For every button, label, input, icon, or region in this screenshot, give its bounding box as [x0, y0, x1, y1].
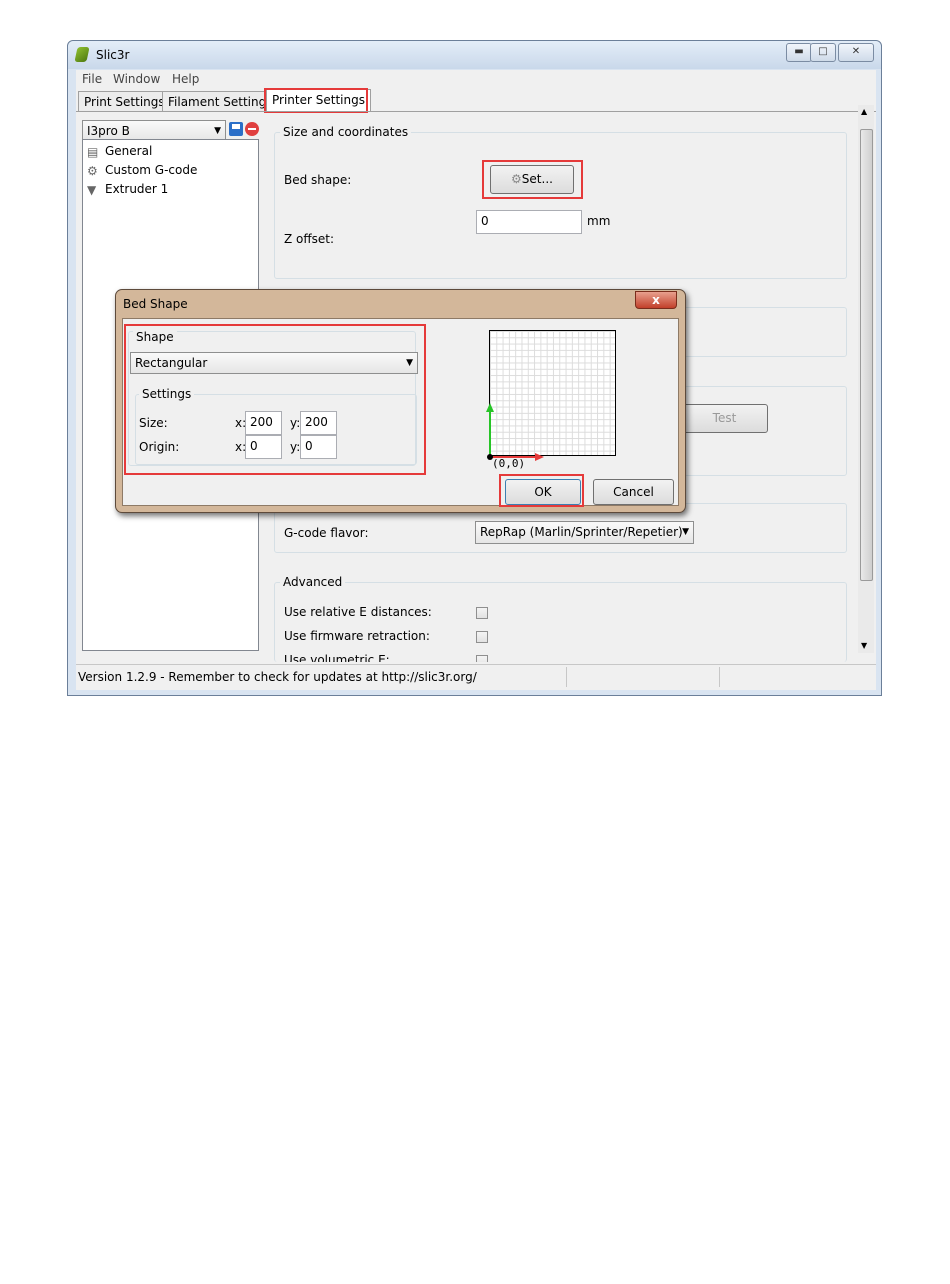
status-bar: Version 1.2.9 - Remember to check for up… [76, 664, 876, 690]
preset-select[interactable]: I3pro B ▼ [82, 120, 226, 141]
axis-arrows [486, 403, 544, 461]
menu-file[interactable]: File [82, 72, 102, 86]
relative-e-label: Use relative E distances: [284, 605, 432, 619]
tree-item-general[interactable]: ▤ General [87, 144, 152, 158]
cancel-button[interactable]: Cancel [593, 479, 674, 505]
minimize-icon[interactable]: ▬ [786, 43, 812, 62]
gear-icon: ⚙ [87, 164, 98, 178]
vertical-scrollbar[interactable]: ▲ ▼ [858, 105, 874, 653]
volumetric-e-label: Use volumetric E: [284, 653, 390, 662]
z-offset-unit: mm [587, 214, 611, 228]
group-title: Size and coordinates [280, 125, 412, 139]
status-text: Version 1.2.9 - Remember to check for up… [78, 670, 477, 684]
tab-divider [76, 111, 876, 112]
z-offset-input[interactable]: 0 [476, 210, 582, 234]
origin-coord-label: (0,0) [492, 457, 526, 470]
tab-print-settings[interactable]: Print Settings [78, 91, 171, 111]
status-divider [566, 667, 567, 687]
tree-item-label: General [105, 144, 153, 158]
chevron-down-icon: ▼ [682, 527, 689, 537]
printer-icon: ▤ [87, 145, 99, 159]
scroll-down-icon[interactable]: ▼ [861, 641, 867, 650]
x-axis-arrowhead [535, 453, 544, 461]
shape-highlight [124, 324, 426, 475]
firmware-retraction-checkbox[interactable] [476, 631, 488, 643]
tree-item-label: Extruder 1 [105, 182, 169, 196]
save-preset-icon[interactable] [229, 122, 243, 136]
close-icon[interactable]: ✕ [838, 43, 874, 62]
tree-item-extruder-1[interactable]: ▼ Extruder 1 [87, 182, 168, 196]
size-coordinates-group: Size and coordinates Bed shape: ⚙Set... … [274, 125, 847, 279]
funnel-icon: ▼ [87, 183, 97, 197]
firmware-retraction-label: Use firmware retraction: [284, 629, 430, 643]
maximize-icon[interactable]: □ [810, 43, 836, 62]
y-axis-arrowhead [486, 403, 494, 412]
slic3r-logo-icon [74, 47, 90, 62]
menu-help[interactable]: Help [172, 72, 199, 86]
preset-value: I3pro B [87, 124, 130, 138]
volumetric-e-checkbox[interactable] [476, 655, 488, 662]
bed-shape-dialog: Bed Shape x Shape Rectangular ▼ Settings… [115, 289, 686, 513]
dialog-body: Shape Rectangular ▼ Settings Size: x: 20… [122, 318, 679, 507]
window-title: Slic3r [96, 48, 130, 62]
tree-item-label: Custom G-code [105, 163, 198, 177]
bed-shape-label: Bed shape: [284, 173, 352, 187]
set-button-highlight [482, 160, 583, 199]
menu-bar: File Window Help [76, 70, 876, 89]
group-title: Advanced [280, 575, 346, 589]
title-bar[interactable]: Slic3r ▬ □ ✕ [68, 41, 881, 69]
gcode-flavor-select[interactable]: RepRap (Marlin/Sprinter/Repetier) ▼ [475, 521, 694, 544]
clip-area: Use volumetric E: [275, 649, 846, 662]
relative-e-checkbox[interactable] [476, 607, 488, 619]
test-button[interactable]: Test [681, 404, 768, 433]
tab-filament-settings[interactable]: Filament Settings [162, 91, 279, 111]
chevron-down-icon: ▼ [214, 126, 221, 136]
printer-settings-highlight [264, 88, 368, 113]
scroll-thumb[interactable] [860, 129, 873, 581]
menu-window[interactable]: Window [113, 72, 160, 86]
delete-preset-icon[interactable] [245, 122, 259, 136]
ok-highlight [499, 474, 584, 507]
tree-item-custom-gcode[interactable]: ⚙ Custom G-code [87, 163, 197, 177]
status-divider [719, 667, 720, 687]
scroll-up-icon[interactable]: ▲ [861, 107, 867, 116]
gcode-flavor-value: RepRap (Marlin/Sprinter/Repetier) [480, 525, 683, 539]
advanced-group: Advanced Use relative E distances: Use f… [274, 575, 847, 662]
dialog-title: Bed Shape [123, 297, 188, 311]
gcode-flavor-label: G-code flavor: [284, 526, 369, 540]
dialog-close-icon[interactable]: x [635, 291, 677, 309]
z-offset-label: Z offset: [284, 232, 335, 246]
